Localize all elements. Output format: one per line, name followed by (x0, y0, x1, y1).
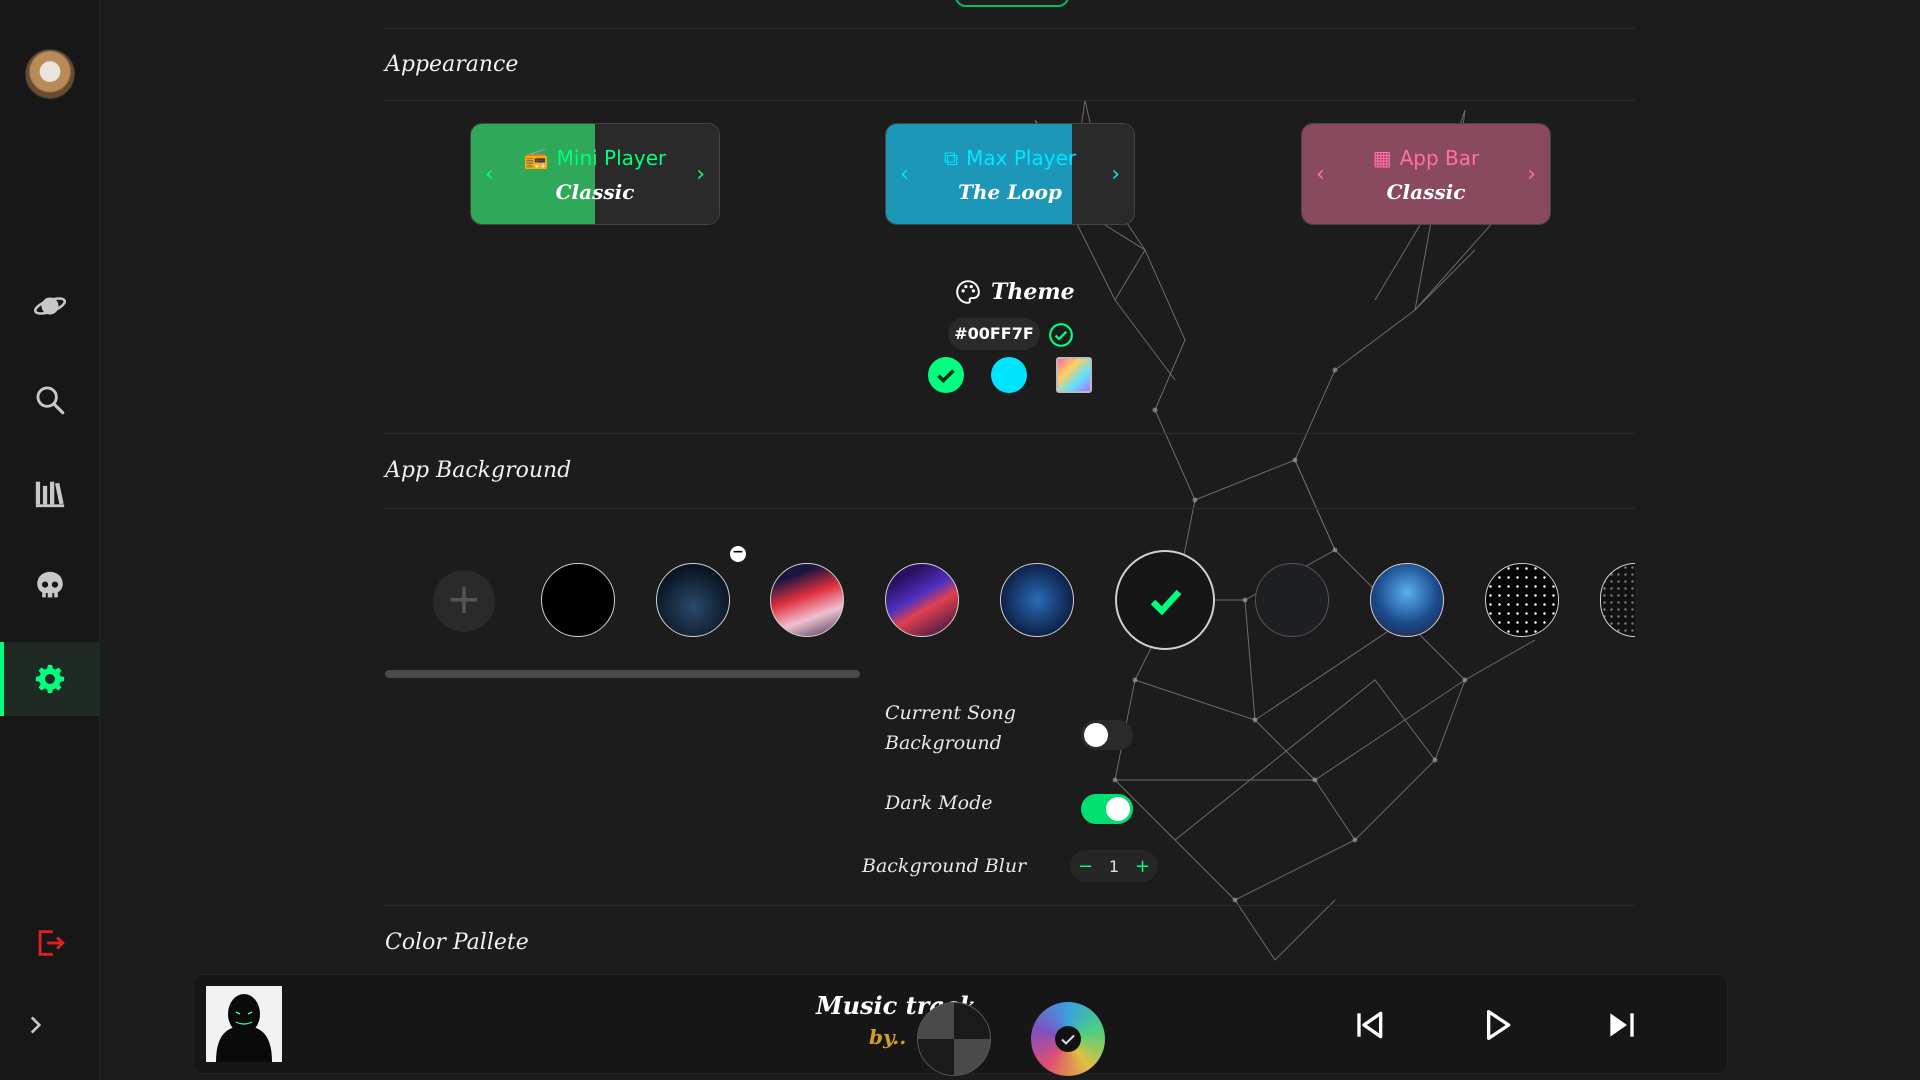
planet-icon (33, 297, 67, 315)
theme-label: Theme (991, 279, 1075, 305)
card-title: ⧉ Max Player (886, 146, 1134, 170)
mini-player-label: Mini Player (556, 146, 667, 170)
card-rest (1072, 124, 1134, 224)
nav-search[interactable] (0, 363, 100, 437)
divider (385, 100, 1635, 101)
background-option-deer[interactable] (1115, 550, 1215, 650)
next-option-icon[interactable]: › (696, 162, 705, 187)
background-option-blue-sky[interactable] (1370, 563, 1444, 637)
palette-icon (956, 280, 980, 304)
nav-explore[interactable] (0, 269, 100, 343)
divider (385, 508, 1635, 509)
nav-library[interactable] (0, 456, 100, 530)
check-icon (937, 369, 955, 384)
background-option-red-wave[interactable] (770, 563, 844, 637)
theme-swatch-gradient[interactable] (1056, 357, 1092, 393)
current-song-label-line1: Current Song (885, 702, 1016, 724)
radio-icon: 📻 (523, 146, 549, 170)
avatar[interactable] (25, 49, 75, 99)
increment-button[interactable]: + (1135, 856, 1150, 877)
visualizer-style-button[interactable] (917, 1002, 991, 1076)
gear-icon (35, 664, 65, 694)
divider (385, 28, 1635, 29)
mini-player-card[interactable]: ‹ 📻 Mini Player Classic › (470, 123, 720, 225)
remove-background-button[interactable]: − (730, 545, 746, 562)
background-option-night-city[interactable] (656, 563, 730, 637)
decrement-button[interactable]: − (1078, 856, 1093, 877)
sidebar (0, 0, 100, 1080)
theme-hex-input[interactable]: #00FF7F (948, 318, 1040, 350)
check-icon (1055, 1026, 1081, 1052)
expand-sidebar-button[interactable] (0, 988, 70, 1062)
settings-main: Appearance ‹ 📻 Mini Player Classic › ‹ ⧉… (385, 0, 1635, 1080)
dark-mode-toggle[interactable] (1081, 794, 1133, 824)
background-option-galaxy[interactable] (1000, 563, 1074, 637)
next-icon (1610, 1013, 1634, 1037)
add-background-button[interactable]: + (433, 570, 495, 632)
theme-swatch-cyan[interactable] (991, 357, 1027, 393)
card-title: 📻 Mini Player (471, 146, 719, 170)
nav-skull[interactable] (0, 549, 100, 623)
background-blur-label: Background Blur (862, 855, 1027, 877)
confirm-check-icon[interactable] (1048, 322, 1074, 348)
backgrounds-scrollbar[interactable] (385, 670, 1635, 678)
theme-heading: Theme (955, 279, 1075, 305)
card-fill (886, 124, 1072, 224)
mini-player-value: Classic (555, 180, 635, 204)
player-bar: Music track by.. (193, 974, 1728, 1076)
theme-swatch-green[interactable] (928, 357, 964, 393)
app-background-title: App Background (385, 458, 572, 483)
divider (385, 433, 1635, 434)
next-option-icon[interactable]: › (1111, 162, 1120, 187)
album-cover[interactable] (206, 986, 282, 1062)
hooded-figure-image (216, 994, 272, 1062)
color-palette-title: Color Pallete (385, 930, 529, 955)
dark-mode-label: Dark Mode (885, 792, 993, 814)
next-button[interactable] (1602, 1005, 1642, 1045)
color-disc-button[interactable] (1031, 1002, 1105, 1076)
background-option-stars[interactable] (1485, 563, 1559, 637)
background-option-purple-wave[interactable] (885, 563, 959, 637)
check-icon (1150, 589, 1182, 616)
toggle-knob (1106, 797, 1130, 821)
max-player-card[interactable]: ‹ ⧉ Max Player The Loop › (885, 123, 1135, 225)
previous-icon (1357, 1011, 1383, 1039)
card-fill (1302, 124, 1550, 224)
current-song-label-line2: Background (885, 732, 1002, 754)
max-player-value: The Loop (958, 180, 1062, 204)
play-button[interactable] (1477, 1005, 1517, 1045)
search-icon (36, 386, 65, 415)
background-option-black[interactable] (541, 563, 615, 637)
card-title: ▦ App Bar (1302, 146, 1550, 170)
app-bar-card[interactable]: ‹ ▦ App Bar Classic › (1301, 123, 1551, 225)
current-song-toggle[interactable] (1081, 720, 1133, 750)
play-icon (1487, 1010, 1511, 1040)
previous-button[interactable] (1349, 1005, 1389, 1045)
toggle-knob (1084, 723, 1108, 747)
current-song-label: Current Song Background (885, 698, 1016, 758)
top-tab-indicator[interactable] (955, 0, 1069, 7)
max-player-label: Max Player (966, 146, 1077, 170)
skull-icon (37, 571, 63, 598)
background-option-dark-pattern[interactable] (1255, 563, 1329, 637)
grid-icon: ▦ (1372, 146, 1392, 170)
background-blur-stepper: − 1 + (1070, 850, 1158, 882)
scrollbar-thumb[interactable] (385, 670, 860, 678)
library-icon (35, 481, 65, 508)
app-bar-value: Classic (1386, 180, 1466, 204)
photo-icon: ⧉ (943, 146, 959, 170)
app-bar-label: App Bar (1399, 146, 1480, 170)
logout-icon (38, 930, 65, 956)
blur-value: 1 (1108, 856, 1120, 876)
nav-settings[interactable] (0, 642, 100, 716)
track-artist: by.. (869, 1025, 907, 1049)
appearance-title: Appearance (385, 52, 519, 77)
chevron-right-icon (30, 1016, 42, 1034)
divider (385, 905, 1635, 906)
logout-button[interactable] (0, 906, 100, 980)
next-option-icon[interactable]: › (1527, 162, 1536, 187)
